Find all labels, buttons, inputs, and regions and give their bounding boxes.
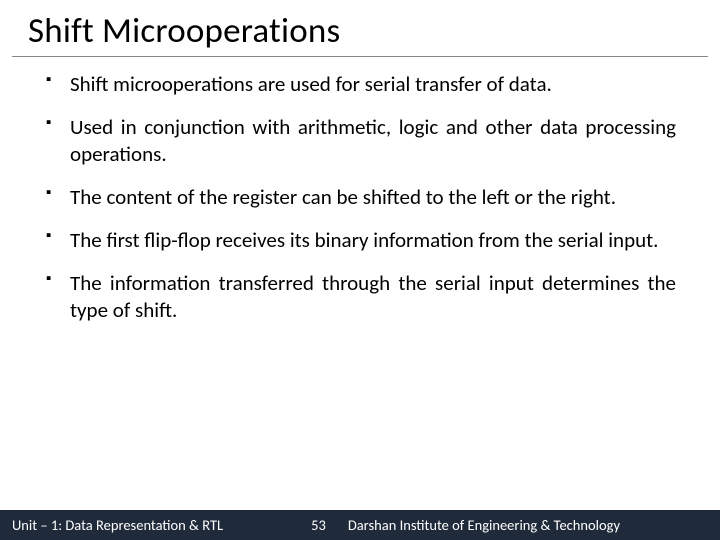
footer-unit: Unit – 1: Data Representation & RTL [10, 516, 223, 534]
slide-title: Shift Microoperations [12, 0, 708, 57]
bullet-item: The content of the register can be shift… [44, 184, 676, 210]
footer-page-number: 53 [311, 516, 326, 534]
bullet-list: Shift microoperations are used for seria… [44, 71, 676, 323]
bullet-item: The information transferred through the … [44, 270, 676, 323]
bullet-item: Shift microoperations are used for seria… [44, 71, 676, 97]
slide: Shift Microoperations Shift microoperati… [0, 0, 720, 540]
bullet-item: Used in conjunction with arithmetic, log… [44, 114, 676, 167]
bullet-item: The first flip-flop receives its binary … [44, 227, 676, 253]
slide-footer: Unit – 1: Data Representation & RTL 53 D… [0, 510, 720, 540]
footer-institute: Darshan Institute of Engineering & Techn… [348, 516, 620, 534]
slide-content: Shift microoperations are used for seria… [0, 71, 720, 323]
